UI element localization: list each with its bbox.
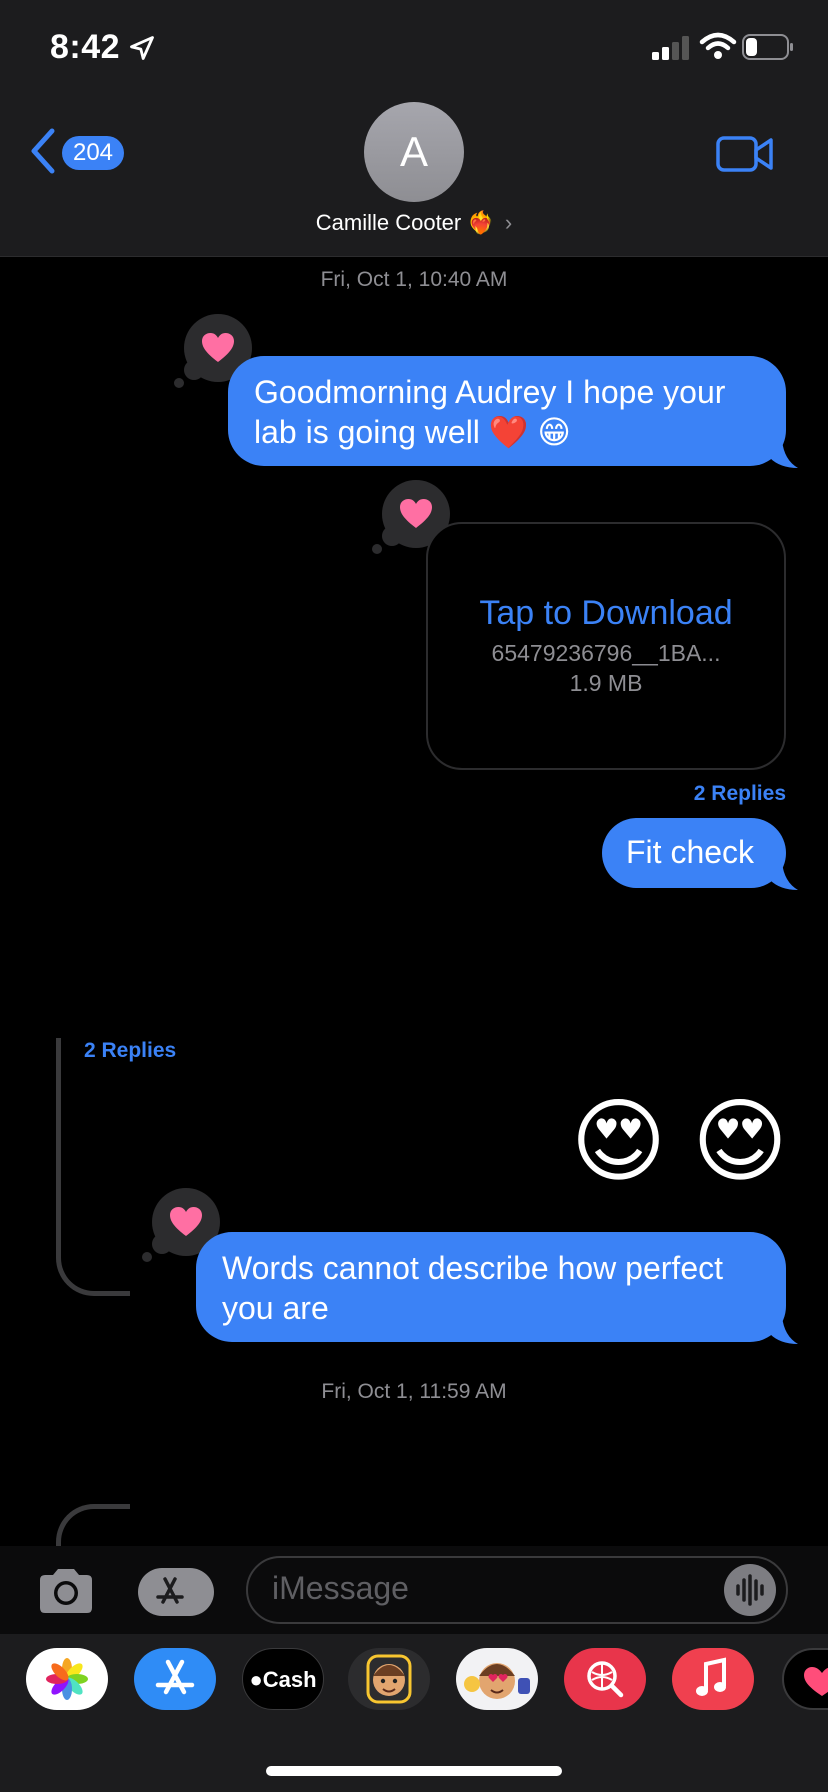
timestamp: Fri, Oct 1, 10:40 AM — [0, 268, 828, 292]
timestamp-day: Fri, Oct 1, — [320, 268, 413, 291]
timestamp-time: 11:59 AM — [419, 1380, 507, 1403]
timestamp: Fri, Oct 1, 11:59 AM — [0, 1380, 828, 1404]
tapback-tail — [174, 378, 184, 388]
home-indicator[interactable] — [266, 1766, 562, 1776]
message-bubble-sent[interactable]: Words cannot describe how perfect you ar… — [196, 1232, 786, 1342]
apple-logo-icon: ● — [249, 1667, 263, 1692]
music-icon[interactable] — [672, 1648, 754, 1710]
status-time: 8:42 — [50, 28, 121, 66]
attachment-filename: 65479236796__1BA... — [491, 640, 721, 666]
battery-icon — [742, 34, 793, 60]
bubble-tail — [770, 440, 798, 468]
unread-count-badge: 204 — [62, 136, 124, 170]
contact-name-button[interactable]: Camille Cooter ❤️‍🔥 › — [0, 210, 828, 236]
memoji-icon[interactable] — [348, 1648, 430, 1710]
replies-link[interactable]: 2 Replies — [84, 1039, 176, 1063]
contact-avatar[interactable]: A — [364, 102, 464, 202]
chevron-left-icon — [31, 128, 55, 174]
attachment-size: 1.9 MB — [569, 670, 643, 696]
wifi-icon — [699, 32, 737, 59]
message-placeholder: iMessage — [272, 1570, 409, 1606]
memoji-stickers-icon[interactable] — [456, 1648, 538, 1710]
cash-label: Cash — [262, 1667, 317, 1692]
tap-to-download[interactable]: Tap to Download — [428, 594, 784, 633]
location-arrow-icon — [130, 36, 154, 60]
app-store-icon[interactable] — [134, 1648, 216, 1710]
waveform-icon — [736, 1574, 764, 1606]
replies-link[interactable]: 2 Replies — [694, 782, 786, 806]
bubble-tail — [770, 1316, 798, 1344]
heart-icon — [170, 1207, 202, 1236]
apple-cash-icon[interactable]: ●Cash — [242, 1648, 324, 1710]
contact-emoji: ❤️‍🔥 — [467, 210, 495, 235]
search-images-icon[interactable] — [564, 1648, 646, 1710]
timestamp-day: Fri, Oct 1, — [321, 1380, 414, 1403]
back-button[interactable]: 204 — [30, 128, 130, 176]
tapback-tail — [142, 1252, 152, 1262]
heart-icon — [202, 333, 234, 362]
audio-message-button[interactable] — [724, 1564, 776, 1616]
heart-icon — [400, 499, 432, 528]
thread-line — [56, 1038, 130, 1296]
app-store-icon — [156, 1577, 184, 1604]
chevron-right-icon: › — [504, 210, 513, 235]
attachment-download[interactable]: Tap to Download 65479236796__1BA... 1.9 … — [426, 522, 786, 770]
cellular-signal-icon — [652, 36, 689, 60]
photos-icon[interactable] — [26, 1648, 108, 1710]
timestamp-time: 10:40 AM — [418, 268, 508, 291]
message-bubble-sent[interactable]: Fit check — [602, 818, 786, 888]
app-store-button[interactable] — [138, 1568, 214, 1616]
camera-icon[interactable] — [36, 1566, 96, 1616]
video-call-icon[interactable] — [716, 134, 774, 174]
tapback-tail — [372, 544, 382, 554]
contact-name: Camille Cooter — [315, 210, 462, 235]
message-bubble-sent[interactable]: Goodmorning Audrey I hope your lab is go… — [228, 356, 786, 466]
emoji-message[interactable]: 😍 😍 — [571, 1092, 788, 1192]
bubble-tail — [770, 862, 798, 890]
